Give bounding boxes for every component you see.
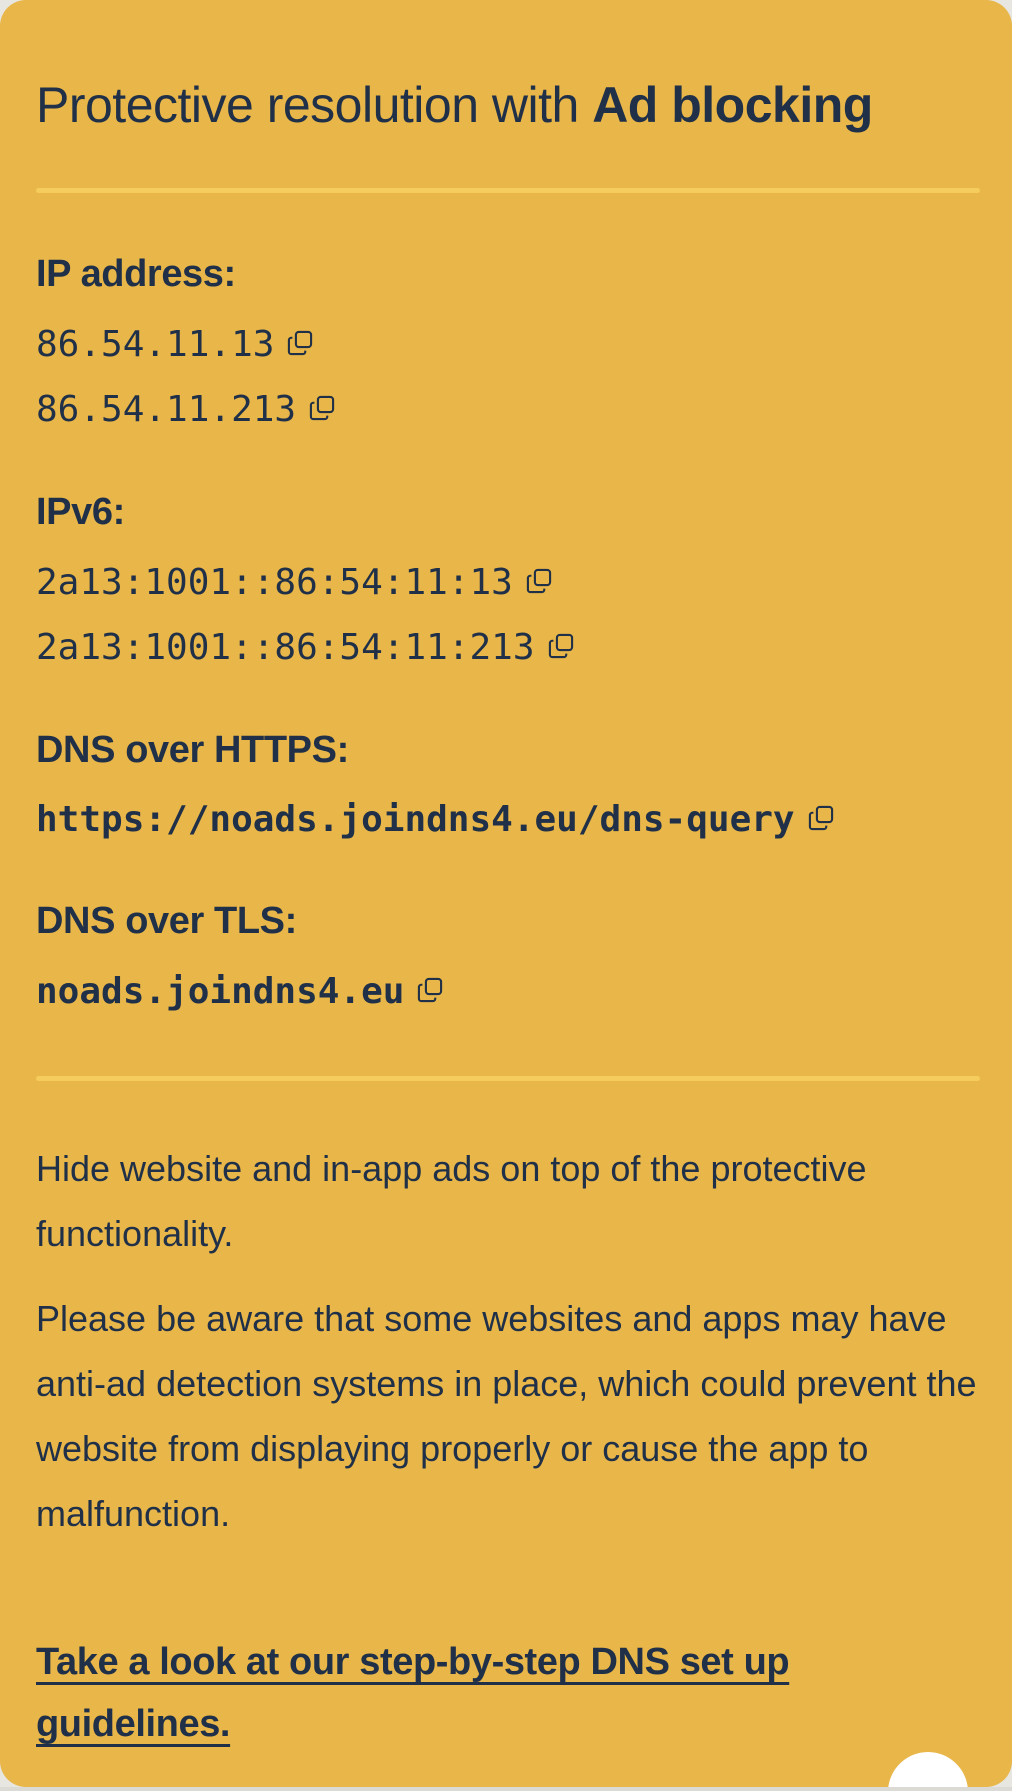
dot-value[interactable]: noads.joindns4.eu <box>36 969 444 1015</box>
setup-guidelines-link[interactable]: Take a look at our step-by-step DNS set … <box>36 1631 936 1755</box>
ip-address-value-2[interactable]: 86.54.11.213 <box>36 387 336 433</box>
ipv6-text-2: 2a13:1001::86:54:11:213 <box>36 627 535 668</box>
copy-icon[interactable] <box>525 567 553 595</box>
ipv6-label: IPv6: <box>36 491 125 533</box>
dns-resolution-card: Protective resolution with Ad blocking I… <box>0 0 1012 1787</box>
copy-icon[interactable] <box>547 632 575 660</box>
copy-icon[interactable] <box>416 976 444 1004</box>
description-paragraph-1: Hide website and in-app ads on top of th… <box>36 1148 867 1254</box>
dot-label: DNS over TLS: <box>36 900 297 942</box>
page-bottom-edge <box>0 1787 1012 1791</box>
doh-label: DNS over HTTPS: <box>36 729 349 771</box>
dot-text: noads.joindns4.eu <box>36 971 405 1012</box>
description-paragraph-2: Please be aware that some websites and a… <box>36 1298 977 1534</box>
floating-action-circle[interactable] <box>888 1752 968 1787</box>
copy-icon[interactable] <box>308 394 336 422</box>
ipv6-value-2[interactable]: 2a13:1001::86:54:11:213 <box>36 625 575 671</box>
top-divider <box>36 188 980 193</box>
card-title-bold: Ad blocking <box>592 77 873 133</box>
card-title-regular: Protective resolution with <box>36 77 593 133</box>
ipv6-text-1: 2a13:1001::86:54:11:13 <box>36 562 513 603</box>
ip-address-text-2: 86.54.11.213 <box>36 389 297 430</box>
doh-value[interactable]: https://noads.joindns4.eu/dns-query <box>36 797 835 843</box>
ip-address-label: IP address: <box>36 253 236 295</box>
copy-icon[interactable] <box>807 804 835 832</box>
copy-icon[interactable] <box>286 329 314 357</box>
ipv6-value-1[interactable]: 2a13:1001::86:54:11:13 <box>36 560 553 606</box>
middle-divider <box>36 1076 980 1081</box>
ip-address-value-1[interactable]: 86.54.11.13 <box>36 322 314 368</box>
card-title: Protective resolution with Ad blocking <box>36 74 873 136</box>
ip-address-text-1: 86.54.11.13 <box>36 324 275 365</box>
doh-text: https://noads.joindns4.eu/dns-query <box>36 799 795 840</box>
